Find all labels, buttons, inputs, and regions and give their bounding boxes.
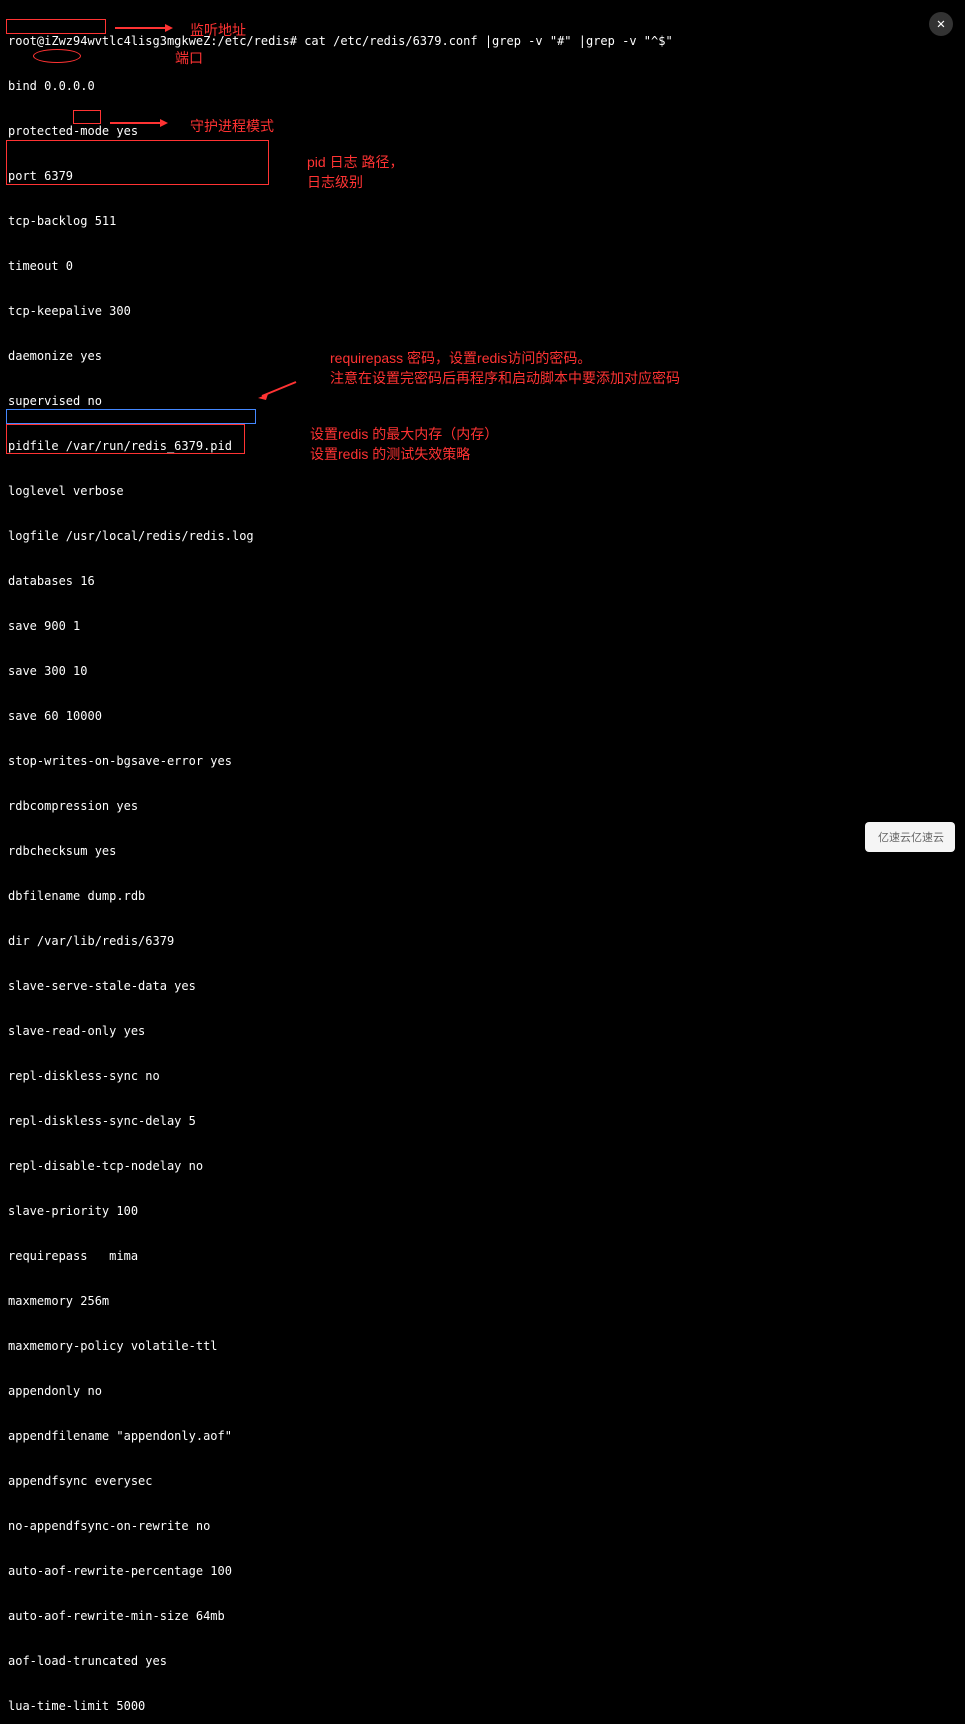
terminal-output: root@iZwz94wvtlc4lisg3mgkweZ:/etc/redis#…: [0, 0, 965, 1724]
config-line: dir /var/lib/redis/6379: [8, 934, 957, 949]
config-line: requirepass mima: [8, 1249, 957, 1264]
config-line: slave-serve-stale-data yes: [8, 979, 957, 994]
arrow-icon: [110, 117, 170, 129]
config-line: stop-writes-on-bgsave-error yes: [8, 754, 957, 769]
config-line: appendfilename "appendonly.aof": [8, 1429, 957, 1444]
annotation-pidfile2: 日志级别: [307, 172, 363, 192]
annotation-daemonize: 守护进程模式: [190, 116, 274, 136]
annotation-bind: 监听地址: [190, 20, 246, 40]
config-line: maxmemory-policy volatile-ttl: [8, 1339, 957, 1354]
config-line: rdbchecksum yes: [8, 844, 957, 859]
config-line: bind 0.0.0.0: [8, 79, 957, 94]
config-line: save 300 10: [8, 664, 957, 679]
annotation-requirepass2: 注意在设置完密码后再程序和启动脚本中要添加对应密码: [330, 368, 680, 388]
annotation-maxmemory1: 设置redis 的最大内存（内存）: [310, 424, 498, 444]
config-line: databases 16: [8, 574, 957, 589]
config-line: lua-time-limit 5000: [8, 1699, 957, 1714]
config-line: save 900 1: [8, 619, 957, 634]
watermark-text: 亿速云: [878, 829, 911, 845]
config-line: repl-disable-tcp-nodelay no: [8, 1159, 957, 1174]
config-line: repl-diskless-sync-delay 5: [8, 1114, 957, 1129]
highlight-box-maxmemory: [6, 424, 245, 454]
arrow-icon: [258, 380, 298, 400]
highlight-box-pidfile: [6, 140, 269, 185]
config-line: loglevel verbose: [8, 484, 957, 499]
config-line: auto-aof-rewrite-percentage 100: [8, 1564, 957, 1579]
config-line: tcp-keepalive 300: [8, 304, 957, 319]
config-line: aof-load-truncated yes: [8, 1654, 957, 1669]
prompt-line: root@iZwz94wvtlc4lisg3mgkweZ:/etc/redis#…: [8, 34, 957, 49]
config-line: maxmemory 256m: [8, 1294, 957, 1309]
config-line: appendonly no: [8, 1384, 957, 1399]
config-line: repl-diskless-sync no: [8, 1069, 957, 1084]
config-line: save 60 10000: [8, 709, 957, 724]
config-line: slave-read-only yes: [8, 1024, 957, 1039]
config-line: dbfilename dump.rdb: [8, 889, 957, 904]
annotation-maxmemory2: 设置redis 的测试失效策略: [310, 444, 470, 464]
arrow-icon: [115, 22, 175, 34]
highlight-ellipse-port: [33, 49, 81, 63]
highlight-box-requirepass: [6, 409, 256, 424]
config-line: supervised no: [8, 394, 957, 409]
config-line: tcp-backlog 511: [8, 214, 957, 229]
config-line: slave-priority 100: [8, 1204, 957, 1219]
annotation-port: 端口: [175, 48, 203, 68]
annotation-requirepass1: requirepass 密码，设置redis访问的密码。: [330, 348, 591, 368]
watermark-logo: 亿速云 亿速云: [865, 822, 955, 852]
highlight-box-daemonize-yes: [73, 110, 101, 124]
annotation-pidfile1: pid 日志 路径，: [307, 152, 403, 172]
config-line: auto-aof-rewrite-min-size 64mb: [8, 1609, 957, 1624]
config-line: logfile /usr/local/redis/redis.log: [8, 529, 957, 544]
config-line: timeout 0: [8, 259, 957, 274]
highlight-box-bind: [6, 19, 106, 34]
config-line: no-appendfsync-on-rewrite no: [8, 1519, 957, 1534]
close-button[interactable]: ✕: [929, 12, 953, 36]
config-line: rdbcompression yes: [8, 799, 957, 814]
close-icon: ✕: [937, 16, 945, 32]
config-line: appendfsync everysec: [8, 1474, 957, 1489]
